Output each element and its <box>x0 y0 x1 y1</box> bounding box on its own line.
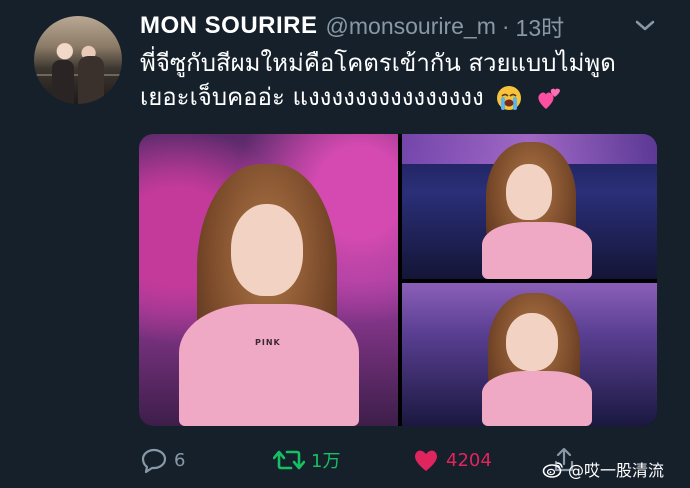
retweet-icon <box>273 450 305 470</box>
tweet-text: พี่จีซูกับสีผมใหม่คือโคตรเข้ากัน สวยแบบไ… <box>140 46 680 114</box>
tweet-text-line-2-text: เยอะเจ็บคออ่ะ แงงงงงงงงงงงงงงง <box>140 83 484 111</box>
avatar-person-right <box>78 56 104 104</box>
avatar[interactable] <box>34 16 122 104</box>
photo-3[interactable] <box>402 283 657 426</box>
tweet-time[interactable]: 13时 <box>516 9 565 43</box>
like-button[interactable]: 4204 <box>412 444 492 476</box>
loudly-crying-face-icon <box>497 86 522 110</box>
retweet-count: 1万 <box>311 451 341 472</box>
photo-2-shirt <box>482 222 592 279</box>
photo-1-shirt-text: PINK <box>255 338 281 347</box>
reply-icon <box>141 448 167 474</box>
tweet-header: MON SOURIRE @monsourire_m · 13时 <box>140 9 565 43</box>
avatar-person-left <box>52 60 74 104</box>
like-count: 4204 <box>446 449 492 471</box>
tweet-media-grid: PINK <box>139 134 657 426</box>
tweet-text-line-1: พี่จีซูกับสีผมใหม่คือโคตรเข้ากัน สวยแบบไ… <box>140 49 616 77</box>
photo-1-shirt <box>179 304 359 426</box>
user-handle[interactable]: @monsourire_m <box>326 13 496 40</box>
photo-3-face <box>506 313 558 371</box>
retweet-button[interactable]: 1万 <box>273 444 340 476</box>
heart-icon <box>415 450 437 471</box>
reply-button[interactable]: 6 <box>140 444 185 476</box>
photo-3-shirt <box>482 371 592 426</box>
photo-1-face <box>231 204 303 296</box>
watermark-text: @哎一股清流 <box>568 461 665 480</box>
tweet-text-line-2: เยอะเจ็บคออ่ะ แงงงงงงงงงงงงงงง <box>140 80 680 114</box>
photo-1[interactable]: PINK <box>139 134 398 426</box>
weibo-logo-icon <box>542 462 563 478</box>
two-hearts-icon <box>538 88 560 109</box>
photo-2[interactable] <box>402 134 657 279</box>
chevron-down-icon[interactable] <box>632 14 658 36</box>
watermark: @哎一股清流 <box>542 456 664 482</box>
display-name[interactable]: MON SOURIRE <box>140 12 318 40</box>
reply-count: 6 <box>174 449 186 471</box>
header-separator: · <box>501 12 510 39</box>
photo-2-face <box>506 164 552 220</box>
